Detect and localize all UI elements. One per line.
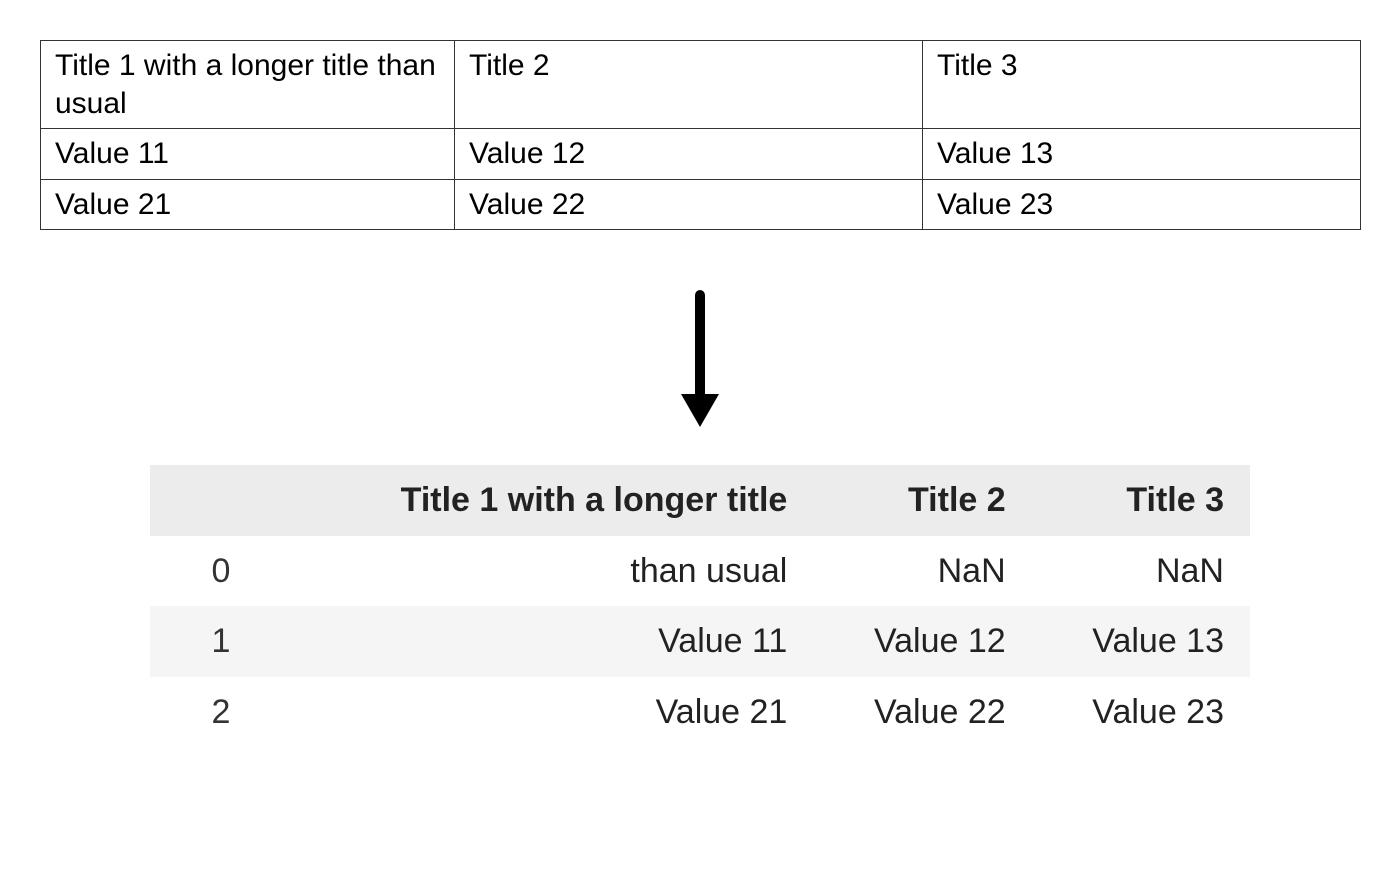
dataframe-table: Title 1 with a longer title Title 2 Titl… xyxy=(150,465,1250,747)
source-data-cell: Value 21 xyxy=(41,179,455,230)
arrow-down-icon xyxy=(675,290,725,430)
source-header-cell: Title 3 xyxy=(923,41,1361,129)
source-header-cell: Title 2 xyxy=(455,41,923,129)
diagram-page: Title 1 with a longer title than usual T… xyxy=(0,0,1400,881)
dataframe-cell: than usual xyxy=(292,536,813,607)
dataframe-index-header xyxy=(150,465,292,536)
dataframe-cell: Value 23 xyxy=(1032,677,1250,748)
transform-arrow xyxy=(40,290,1360,435)
dataframe-cell: Value 21 xyxy=(292,677,813,748)
source-header-row: Title 1 with a longer title than usual T… xyxy=(41,41,1361,129)
dataframe-header-row: Title 1 with a longer title Title 2 Titl… xyxy=(150,465,1250,536)
dataframe-cell: Value 11 xyxy=(292,606,813,677)
dataframe-cell: Value 12 xyxy=(813,606,1031,677)
dataframe-row: 0 than usual NaN NaN xyxy=(150,536,1250,607)
dataframe-column-header: Title 2 xyxy=(813,465,1031,536)
dataframe-output: Title 1 with a longer title Title 2 Titl… xyxy=(150,465,1250,747)
dataframe-cell: Value 22 xyxy=(813,677,1031,748)
dataframe-cell: NaN xyxy=(1032,536,1250,607)
source-data-cell: Value 12 xyxy=(455,129,923,180)
source-data-row: Value 11 Value 12 Value 13 xyxy=(41,129,1361,180)
source-data-cell: Value 13 xyxy=(923,129,1361,180)
dataframe-index-cell: 0 xyxy=(150,536,292,607)
dataframe-column-header: Title 3 xyxy=(1032,465,1250,536)
source-data-cell: Value 11 xyxy=(41,129,455,180)
dataframe-column-header: Title 1 with a longer title xyxy=(292,465,813,536)
source-data-cell: Value 23 xyxy=(923,179,1361,230)
dataframe-index-cell: 1 xyxy=(150,606,292,677)
dataframe-cell: NaN xyxy=(813,536,1031,607)
source-data-row: Value 21 Value 22 Value 23 xyxy=(41,179,1361,230)
source-header-cell: Title 1 with a longer title than usual xyxy=(41,41,455,129)
source-table: Title 1 with a longer title than usual T… xyxy=(40,40,1361,230)
dataframe-index-cell: 2 xyxy=(150,677,292,748)
dataframe-row: 2 Value 21 Value 22 Value 23 xyxy=(150,677,1250,748)
dataframe-cell: Value 13 xyxy=(1032,606,1250,677)
dataframe-row: 1 Value 11 Value 12 Value 13 xyxy=(150,606,1250,677)
source-data-cell: Value 22 xyxy=(455,179,923,230)
